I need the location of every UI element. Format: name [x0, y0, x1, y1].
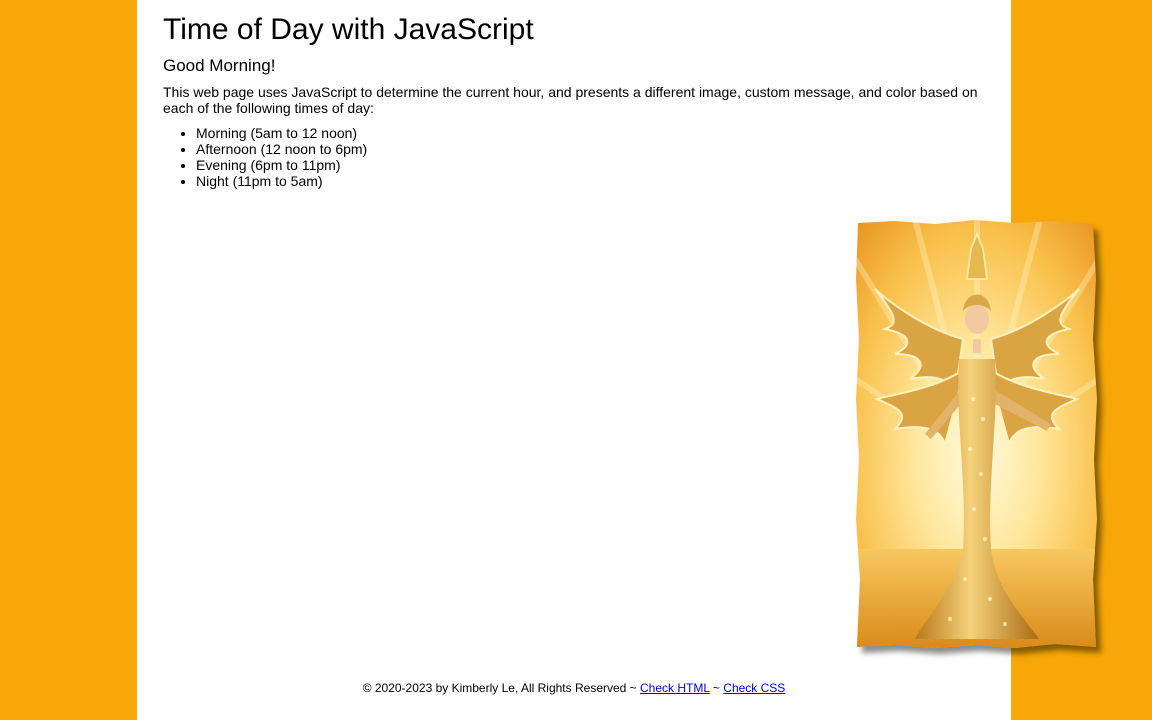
footer-separator: ~	[709, 681, 724, 695]
page-title: Time of Day with JavaScript	[163, 13, 534, 46]
greeting-heading: Good Morning!	[163, 56, 276, 75]
times-of-day-list: Morning (5am to 12 noon) Afternoon (12 n…	[163, 125, 367, 189]
copyright-text: © 2020-2023 by Kimberly Le, All Rights R…	[362, 681, 641, 695]
list-item-afternoon: Afternoon (12 noon to 6pm)	[196, 141, 367, 157]
golden-figure-photo-icon	[856, 220, 1097, 648]
check-css-link[interactable]: Check CSS	[723, 681, 785, 695]
page-container: Time of Day with JavaScript Good Morning…	[137, 0, 1097, 720]
list-item-evening: Evening (6pm to 11pm)	[196, 157, 367, 173]
list-item-morning: Morning (5am to 12 noon)	[196, 125, 367, 141]
check-html-link[interactable]: Check HTML	[640, 681, 710, 695]
intro-paragraph: This web page uses JavaScript to determi…	[163, 84, 978, 116]
footer: © 2020-2023 by Kimberly Le, All Rights R…	[137, 681, 1011, 695]
list-item-night: Night (11pm to 5am)	[196, 173, 367, 189]
time-of-day-image	[855, 219, 1099, 649]
